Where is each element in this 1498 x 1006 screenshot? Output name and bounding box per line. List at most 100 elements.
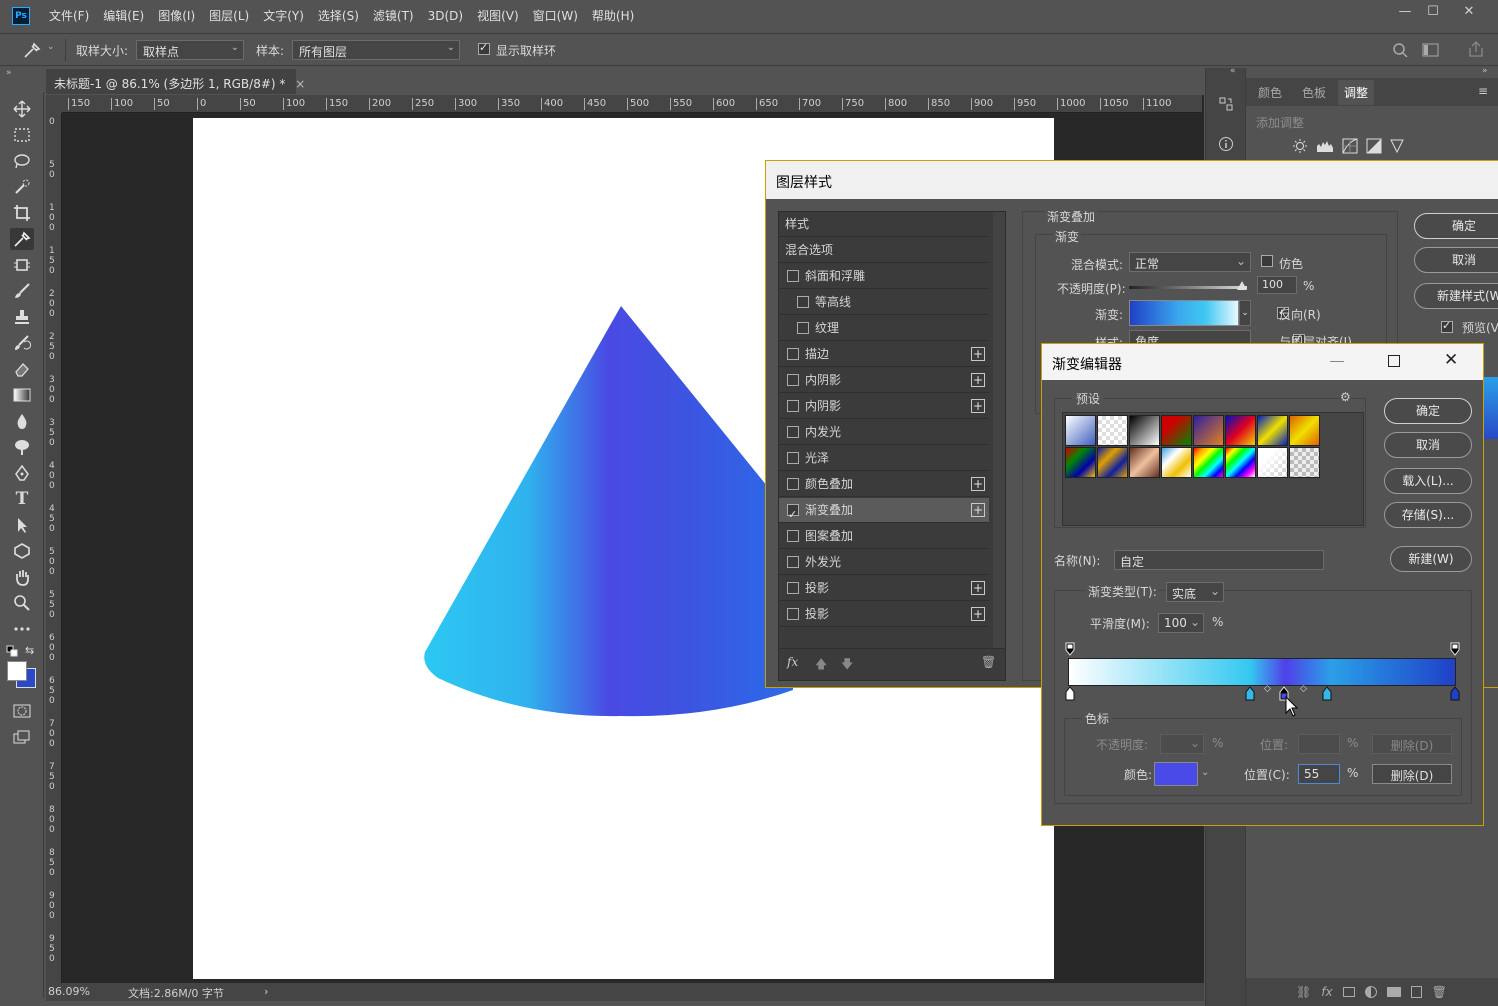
tab-adjustments[interactable]: 调整 <box>1338 80 1375 105</box>
marquee-tool-icon[interactable] <box>10 124 34 146</box>
style-item-checkbox[interactable] <box>787 608 799 620</box>
preset-swatch[interactable] <box>1289 447 1320 478</box>
frame-tool-icon[interactable] <box>10 254 34 276</box>
history-icon[interactable] <box>1218 96 1234 112</box>
preset-swatch[interactable] <box>1161 447 1192 478</box>
preset-swatch[interactable] <box>1257 415 1288 446</box>
menu-layer[interactable]: 图层(L) <box>202 7 256 24</box>
new-style-button[interactable]: 新建样式(W)... <box>1414 283 1498 309</box>
style-item-checkbox[interactable] <box>787 582 799 594</box>
add-effect-icon[interactable]: + <box>971 399 985 413</box>
dodge-tool-icon[interactable] <box>10 436 34 458</box>
style-item[interactable]: 内阴影 + <box>779 368 989 393</box>
ruler-origin[interactable] <box>46 95 62 113</box>
menu-edit[interactable]: 编辑(E) <box>96 7 151 24</box>
style-item[interactable]: 外发光 <box>779 550 989 575</box>
style-item[interactable]: 颜色叠加 + <box>779 472 989 497</box>
style-item[interactable]: 内阴影 + <box>779 394 989 419</box>
stop-delete-button[interactable]: 删除(D) <box>1372 764 1452 784</box>
menu-image[interactable]: 图像(I) <box>151 7 202 24</box>
pen-tool-icon[interactable] <box>10 462 34 484</box>
eraser-tool-icon[interactable] <box>10 358 34 380</box>
tab-swatches[interactable]: 色板 <box>1296 80 1332 105</box>
share-icon[interactable] <box>1468 40 1484 58</box>
trash-icon[interactable]: 🗑 <box>1432 985 1447 999</box>
tab-color[interactable]: 颜色 <box>1252 80 1288 105</box>
style-item-checkbox[interactable] <box>787 348 799 360</box>
eyedropper-icon[interactable] <box>22 41 42 59</box>
menu-3d[interactable]: 3D(D) <box>421 9 470 23</box>
preset-swatch[interactable] <box>1289 415 1320 446</box>
zoom-level[interactable]: 86.09% <box>48 985 90 998</box>
folder-icon[interactable] <box>1386 987 1401 997</box>
preset-swatch[interactable] <box>1129 415 1160 446</box>
workspace-icon[interactable] <box>1422 42 1440 58</box>
preset-swatch[interactable] <box>1065 447 1096 478</box>
move-tool-icon[interactable] <box>10 98 34 120</box>
name-input[interactable]: 自定 <box>1114 550 1324 570</box>
preview-checkbox[interactable] <box>1441 319 1453 333</box>
style-item-checkbox[interactable] <box>787 502 799 527</box>
gradient-type-select[interactable]: 实底 ⌄ <box>1166 582 1224 602</box>
fx-icon[interactable]: fx <box>1321 985 1332 999</box>
foreground-color-swatch[interactable] <box>7 661 27 681</box>
style-item-checkbox[interactable] <box>787 452 799 464</box>
preset-swatch[interactable] <box>1193 447 1224 478</box>
style-item[interactable]: 描边 + <box>779 342 989 367</box>
blur-tool-icon[interactable] <box>10 410 34 432</box>
minimize-button[interactable]: — <box>1390 2 1420 22</box>
presets-gear-icon[interactable]: ⚙ <box>1340 390 1351 404</box>
chevron-down-icon[interactable]: ⌄ <box>1201 767 1209 778</box>
style-item-checkbox[interactable] <box>797 322 809 334</box>
maximize-button[interactable]: ☐ <box>1418 2 1448 22</box>
default-colors-icon[interactable] <box>6 645 18 657</box>
style-item[interactable]: 斜面和浮雕 <box>779 264 989 289</box>
gradient-preview[interactable] <box>1129 300 1239 326</box>
style-item[interactable]: 等高线 <box>779 290 989 315</box>
menu-select[interactable]: 选择(S) <box>311 7 366 24</box>
gradient-tool-icon[interactable] <box>10 384 34 406</box>
hand-tool-icon[interactable] <box>10 566 34 588</box>
path-select-tool-icon[interactable] <box>10 514 34 536</box>
menu-filter[interactable]: 滤镜(T) <box>366 7 421 24</box>
eyedropper-tool-icon[interactable] <box>10 228 34 250</box>
curves-icon[interactable] <box>1342 138 1358 154</box>
style-item[interactable]: 光泽 <box>779 446 989 471</box>
tool-preset-chevron-icon[interactable]: ⌄ <box>47 42 55 52</box>
preset-swatch[interactable] <box>1257 447 1288 478</box>
move-up-icon[interactable]: 🡅 <box>815 655 827 676</box>
add-effect-icon[interactable]: + <box>971 347 985 361</box>
color-stop-cyan-2[interactable] <box>1322 686 1332 701</box>
info-icon[interactable] <box>1218 136 1234 152</box>
exposure-icon[interactable] <box>1366 138 1382 154</box>
style-item[interactable]: 投影 + <box>779 602 989 627</box>
opacity-slider[interactable] <box>1129 286 1247 289</box>
collapse-left-icon[interactable]: « <box>1230 66 1236 76</box>
new-layer-icon[interactable] <box>1410 986 1422 998</box>
move-down-icon[interactable]: 🡇 <box>841 655 853 676</box>
blend-options-item[interactable]: 混合选项 <box>779 238 989 263</box>
menu-view[interactable]: 视图(V) <box>470 7 526 24</box>
ge-new-button[interactable]: 新建(W) <box>1390 546 1472 572</box>
preset-swatch[interactable] <box>1129 447 1160 478</box>
quick-mask-icon[interactable] <box>10 700 34 722</box>
status-arrow-icon[interactable]: › <box>264 985 268 998</box>
ge-close-icon[interactable]: ✕ <box>1444 350 1458 370</box>
style-item[interactable]: 内发光 <box>779 420 989 445</box>
panel-menu-icon[interactable]: ≡ <box>1478 84 1488 98</box>
add-effect-icon[interactable]: + <box>971 477 985 491</box>
style-item-checkbox[interactable] <box>787 400 799 412</box>
close-button[interactable]: ✕ <box>1454 2 1484 22</box>
add-effect-icon[interactable]: + <box>971 503 985 517</box>
adjustment-layer-icon[interactable] <box>1364 986 1377 998</box>
preset-swatch[interactable] <box>1193 415 1224 446</box>
ge-save-button[interactable]: 存储(S)... <box>1384 502 1472 528</box>
stop-color-swatch[interactable] <box>1154 762 1198 786</box>
stop-color-location-input[interactable]: 55 <box>1298 764 1340 784</box>
opacity-slider-thumb[interactable] <box>1237 281 1247 290</box>
quick-select-tool-icon[interactable] <box>10 176 34 198</box>
style-item-checkbox[interactable] <box>787 426 799 438</box>
style-item-checkbox[interactable] <box>787 530 799 542</box>
swap-colors-icon[interactable]: ⇆ <box>25 644 34 657</box>
style-list-header[interactable]: 样式 <box>779 212 989 237</box>
